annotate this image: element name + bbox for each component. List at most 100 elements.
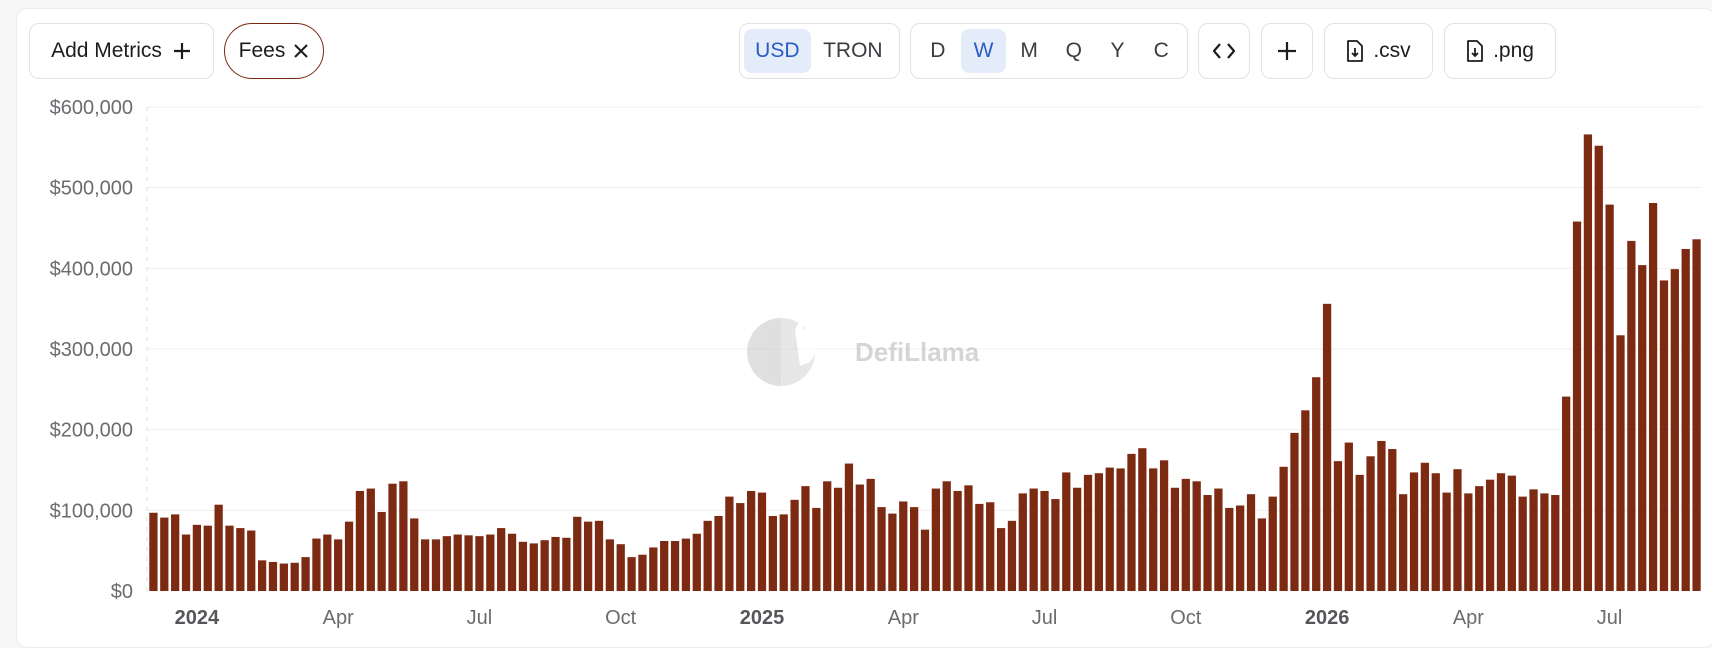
bar[interactable] (160, 517, 169, 591)
bar[interactable] (1246, 494, 1256, 591)
bar[interactable] (192, 524, 202, 591)
bar[interactable] (692, 533, 701, 591)
bar[interactable] (1572, 221, 1582, 592)
bar[interactable] (1442, 492, 1451, 591)
bar[interactable] (1496, 473, 1506, 591)
bar[interactable] (1431, 473, 1440, 591)
bar[interactable] (1638, 265, 1647, 591)
bar[interactable] (986, 502, 995, 591)
bar[interactable] (475, 536, 484, 591)
bar[interactable] (736, 503, 745, 591)
bar[interactable] (149, 512, 158, 591)
bar[interactable] (1551, 495, 1560, 591)
bar[interactable] (910, 507, 919, 591)
bar[interactable] (323, 534, 332, 591)
bar[interactable] (1083, 474, 1093, 591)
bar[interactable] (953, 490, 962, 591)
bar[interactable] (757, 492, 767, 591)
bar[interactable] (290, 562, 299, 591)
bar[interactable] (410, 518, 419, 591)
bar[interactable] (203, 525, 212, 591)
bar[interactable] (1377, 440, 1386, 591)
bar[interactable] (714, 515, 723, 591)
bar[interactable] (833, 487, 843, 591)
bar[interactable] (507, 533, 517, 591)
bar[interactable] (1409, 472, 1419, 591)
bar[interactable] (355, 490, 365, 591)
bar[interactable] (453, 534, 462, 591)
bar[interactable] (866, 478, 875, 591)
bar[interactable] (225, 525, 234, 591)
bar[interactable] (334, 539, 343, 591)
bar[interactable] (1333, 461, 1343, 591)
bar[interactable] (1518, 496, 1527, 591)
bar[interactable] (594, 520, 604, 591)
bar[interactable] (1116, 468, 1125, 591)
bar[interactable] (964, 485, 973, 591)
bar[interactable] (681, 538, 691, 591)
bar[interactable] (627, 557, 636, 591)
bar[interactable] (1312, 377, 1321, 591)
bar[interactable] (1040, 490, 1049, 591)
bar[interactable] (605, 539, 614, 591)
bar[interactable] (1094, 473, 1103, 591)
bar[interactable] (1583, 134, 1593, 591)
bar[interactable] (377, 511, 386, 591)
bar[interactable] (1181, 478, 1190, 591)
bar[interactable] (1159, 460, 1169, 591)
bar[interactable] (1366, 456, 1375, 591)
bar[interactable] (388, 483, 397, 591)
bar[interactable] (1453, 469, 1462, 591)
bar[interactable] (1322, 303, 1332, 591)
bar[interactable] (1268, 496, 1277, 591)
bar[interactable] (1344, 442, 1353, 591)
bar[interactable] (855, 484, 864, 591)
bar[interactable] (877, 507, 886, 591)
bar[interactable] (420, 539, 430, 591)
bar[interactable] (1105, 467, 1114, 591)
bar[interactable] (747, 490, 756, 591)
bar[interactable] (1681, 248, 1690, 591)
bar[interactable] (1301, 410, 1310, 591)
bar[interactable] (464, 535, 473, 591)
bar[interactable] (1138, 448, 1147, 591)
bar[interactable] (1616, 335, 1625, 591)
bar[interactable] (366, 488, 375, 591)
bar[interactable] (236, 528, 245, 591)
bar[interactable] (214, 504, 223, 591)
bar[interactable] (497, 528, 506, 591)
bar[interactable] (1192, 481, 1201, 591)
bar[interactable] (1648, 202, 1658, 592)
bar[interactable] (1018, 493, 1027, 591)
bar[interactable] (703, 520, 712, 591)
bar[interactable] (181, 534, 191, 591)
bar[interactable] (1073, 487, 1082, 591)
bar[interactable] (1464, 493, 1473, 591)
bar[interactable] (1540, 493, 1549, 591)
bar[interactable] (486, 534, 495, 591)
bar[interactable] (649, 547, 658, 591)
bar[interactable] (660, 540, 669, 591)
bar[interactable] (247, 530, 256, 592)
bar[interactable] (257, 560, 267, 591)
bar[interactable] (529, 543, 538, 591)
bar[interactable] (638, 554, 647, 591)
bar[interactable] (551, 536, 560, 591)
bar[interactable] (1257, 518, 1267, 591)
bar[interactable] (1225, 507, 1234, 591)
bar[interactable] (975, 503, 984, 591)
bar[interactable] (279, 563, 288, 591)
bar[interactable] (268, 561, 278, 591)
bar[interactable] (616, 544, 625, 591)
bar[interactable] (725, 496, 734, 591)
bar[interactable] (1507, 475, 1516, 591)
bar[interactable] (562, 537, 571, 591)
bar[interactable] (1127, 453, 1136, 591)
bar[interactable] (1529, 489, 1538, 591)
bar[interactable] (812, 507, 821, 591)
bar[interactable] (1594, 145, 1603, 591)
bar[interactable] (1203, 495, 1212, 591)
bar[interactable] (171, 514, 180, 591)
bar[interactable] (1290, 432, 1299, 591)
bar[interactable] (844, 463, 854, 591)
